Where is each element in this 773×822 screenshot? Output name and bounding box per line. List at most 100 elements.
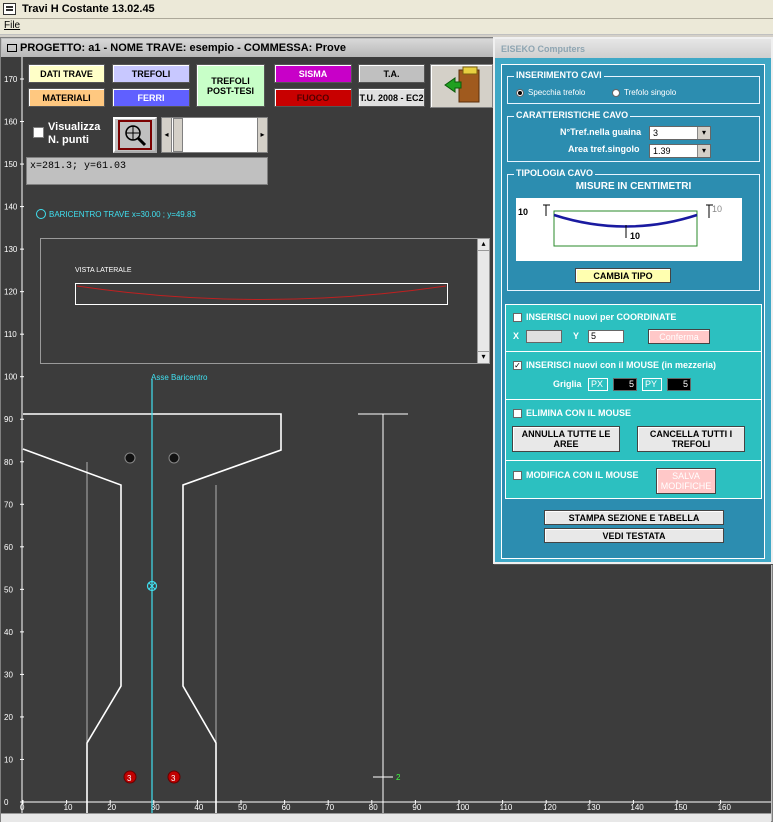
menubar: File (0, 19, 773, 35)
modifica-label: MODIFICA CON IL MOUSE (526, 470, 639, 480)
py-input[interactable]: 5 (667, 378, 691, 391)
stampa-sezione-button[interactable]: STAMPA SEZIONE E TABELLA (544, 510, 724, 525)
rebar-right[interactable] (168, 452, 180, 464)
cancella-trefoli-button[interactable]: CANCELLA TUTTI I TREFOLI (637, 426, 745, 452)
x-tick-label: 0 (20, 803, 25, 812)
y-tick-label: 70 (4, 500, 13, 509)
cable-type-preview[interactable]: 10 10 10 (516, 198, 742, 261)
trefoli-button[interactable]: TREFOLI (112, 64, 190, 83)
x-axis: 0 10 20 30 40 50 60 70 80 90 100 110 120 130 140 150 160 (20, 800, 771, 812)
salva-modifiche-button[interactable]: SALVA MODIFICHE (656, 468, 716, 494)
dim-bottom: 10 (630, 231, 641, 241)
x-tick-label: 50 (238, 803, 247, 812)
vista-laterale-panel[interactable]: VISTA LATERALE ▴ ▾ (40, 238, 490, 364)
trefolo-singolo-label: Trefolo singolo (624, 88, 677, 97)
ntref-select[interactable]: 3 (649, 126, 711, 140)
y-tick-label: 100 (4, 373, 18, 382)
y-tick-label: 130 (4, 245, 18, 254)
x-tick-label: 150 (674, 803, 688, 812)
y-tick-label: 110 (4, 330, 17, 339)
y-tick-label: 140 (4, 203, 18, 212)
x-tick-label: 100 (456, 803, 470, 812)
slider-right-arrow[interactable]: ▸ (257, 118, 267, 152)
magnifier-icon (118, 120, 152, 150)
dati-trave-button[interactable]: DATI TRAVE (28, 64, 105, 83)
menu-file[interactable]: File (4, 20, 20, 31)
cable-type-diagram (543, 204, 713, 247)
y-tick-label: 60 (4, 543, 13, 552)
ta-button[interactable]: T.A. (358, 64, 425, 83)
y-tick-label: 90 (4, 415, 13, 424)
panel-body: INSERIMENTO CAVI Specchia trefolo Trefol… (501, 64, 765, 559)
x-tick-label: 130 (587, 803, 601, 812)
conferma-button[interactable]: Conferma (648, 329, 710, 344)
asse-baricentro-label: Asse Baricentro (151, 373, 208, 382)
vista-laterale-label: VISTA LATERALE (75, 267, 132, 274)
exit-door-icon (444, 66, 480, 103)
exit-button[interactable] (430, 64, 493, 108)
ntref-label: N°Tref.nella guaina (560, 127, 642, 137)
cambia-tipo-button[interactable]: CAMBIA TIPO (575, 268, 671, 283)
x-input[interactable] (526, 330, 562, 343)
y-tick-label: 10 (4, 755, 13, 764)
baricentro-icon (36, 209, 46, 219)
coordinate-label: INSERISCI nuovi per COORDINATE (526, 312, 677, 322)
annulla-aree-button[interactable]: ANNULLA TUTTE LE AREE (512, 426, 620, 452)
coordinate-checkbox[interactable] (513, 313, 522, 322)
coordinate-readout: x=281.3; y=61.03 (26, 157, 268, 185)
scroll-up-arrow[interactable]: ▴ (478, 239, 489, 251)
materiali-button[interactable]: MATERIALI (28, 88, 105, 107)
y-tick-label: 40 (4, 628, 13, 637)
modifica-checkbox[interactable] (513, 471, 522, 480)
x-tick-label: 20 (107, 803, 116, 812)
scroll-down-arrow[interactable]: ▾ (478, 351, 489, 363)
x-tick-label: 140 (630, 803, 644, 812)
strand-line-count: 2 (396, 773, 401, 782)
y-tick-label: 160 (4, 118, 18, 127)
zoom-button[interactable] (113, 117, 157, 153)
zoom-slider[interactable]: ◂ ▸ (161, 117, 268, 153)
y-label: Y (573, 331, 580, 341)
horizontal-scrollbar[interactable] (1, 813, 771, 822)
px-input[interactable]: 5 (613, 378, 637, 391)
area-select[interactable]: 1.39 (649, 144, 711, 158)
editing-area: INSERISCI nuovi per COORDINATE X Y 5 Con… (505, 304, 762, 499)
vedi-testata-button[interactable]: VEDI TESTATA (544, 528, 724, 543)
mouse-label: INSERISCI nuovi con il MOUSE (in mezzeri… (526, 360, 717, 370)
px-label: PX (588, 378, 608, 391)
app-icon (3, 3, 16, 15)
baricentro-label: BARICENTRO TRAVE x=30.00 ; y=49.83 (49, 210, 196, 219)
ferri-button[interactable]: FERRI (112, 88, 190, 107)
slider-left-arrow[interactable]: ◂ (162, 118, 172, 152)
panel-title: EISEKO Computers (501, 44, 586, 54)
specchia-trefolo-radio[interactable] (516, 89, 524, 97)
fuoco-button[interactable]: FUOCO (274, 88, 352, 107)
slider-thumb[interactable] (173, 118, 183, 152)
panel-titlebar: EISEKO Computers (495, 39, 771, 58)
y-tick-label: 30 (4, 670, 13, 679)
divider-2 (506, 399, 761, 400)
visualizza-punti-checkbox[interactable] (33, 127, 44, 138)
elimina-checkbox[interactable] (513, 409, 522, 418)
area-label: Area tref.singolo (568, 144, 640, 154)
misure-label: MISURE IN CENTIMETRI (575, 181, 692, 192)
rebar-left[interactable] (124, 452, 136, 464)
y-input[interactable]: 5 (588, 330, 624, 343)
sisma-button[interactable]: SISMA (274, 64, 352, 83)
inserimento-cavi-group: INSERIMENTO CAVI Specchia trefolo Trefol… (507, 70, 760, 104)
trefoli-post-tesi-button[interactable]: TREFOLI POST-TESI (196, 64, 265, 107)
tu-2008-button[interactable]: T.U. 2008 - EC2 (358, 88, 425, 107)
divider-1 (506, 351, 761, 352)
x-tick-label: 120 (543, 803, 557, 812)
cable-profile (76, 285, 447, 300)
dim-left: 10 (518, 207, 529, 217)
beam-outline-web (22, 448, 122, 813)
y-axis: 1701601501401301201101009080706050403020… (4, 57, 24, 813)
specchia-trefolo-label: Specchia trefolo (528, 88, 586, 97)
tipologia-cavo-group: TIPOLOGIA CAVO MISURE IN CENTIMETRI 10 1… (507, 168, 760, 291)
strand-count-right: 3 (171, 774, 176, 783)
trefolo-singolo-radio[interactable] (612, 89, 620, 97)
vista-scrollbar[interactable]: ▴ ▾ (477, 239, 489, 363)
mouse-checkbox[interactable]: ✓ (513, 361, 522, 370)
griglia-label: Griglia (553, 379, 582, 389)
